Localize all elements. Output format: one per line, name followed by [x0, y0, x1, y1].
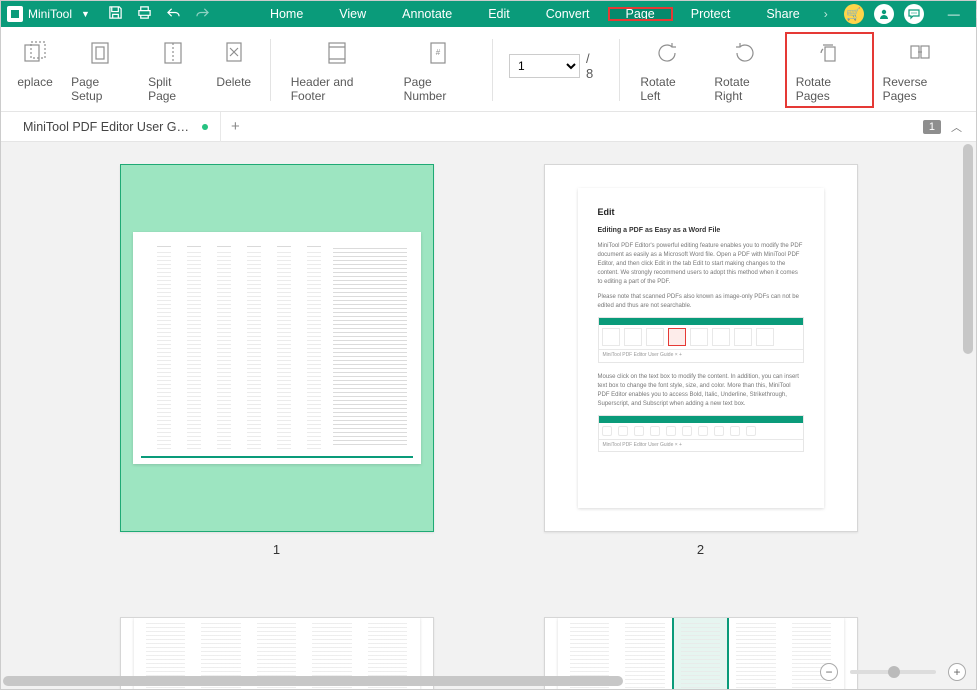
scrollbar-thumb[interactable] [3, 676, 623, 686]
rotate-pages-button[interactable]: Rotate Pages [786, 33, 873, 107]
page-number-icon: # [425, 37, 451, 69]
delete-button[interactable]: Delete [208, 33, 260, 93]
menu-convert[interactable]: Convert [528, 7, 608, 21]
rotate-left-button[interactable]: Rotate Left [630, 33, 704, 107]
rotate-right-button[interactable]: Rotate Right [704, 33, 785, 107]
page-number-label: 2 [697, 542, 704, 557]
page-badge: 1 [923, 120, 941, 134]
menu-home[interactable]: Home [252, 7, 321, 21]
redo-icon[interactable] [195, 6, 210, 22]
vertical-scrollbar[interactable] [962, 144, 974, 653]
zoom-controls: − + [820, 663, 966, 681]
dirty-indicator-icon [202, 124, 208, 130]
print-icon[interactable] [137, 5, 152, 23]
account-icon[interactable] [874, 4, 894, 24]
feedback-icon[interactable] [904, 4, 924, 24]
menu-protect[interactable]: Protect [673, 7, 749, 21]
document-tabs: MiniTool PDF Editor User Guid... + 1 ︿ [1, 112, 976, 142]
menu-annotate[interactable]: Annotate [384, 7, 470, 21]
thumbnail-scroll[interactable]: 1 Edit Editing a PDF as Easy as a Word F… [1, 142, 976, 689]
reverse-pages-icon [906, 37, 934, 69]
logo-icon [7, 6, 23, 22]
ribbon: eplace Page Setup Split Page Delete Head… [1, 27, 976, 112]
add-tab-button[interactable]: + [221, 118, 250, 135]
document-tab[interactable]: MiniTool PDF Editor User Guid... [11, 112, 221, 142]
svg-text:#: # [436, 48, 441, 57]
replace-icon [22, 37, 48, 69]
scrollbar-thumb[interactable] [963, 144, 973, 354]
split-page-icon [160, 37, 186, 69]
undo-icon[interactable] [166, 6, 181, 22]
replace-button[interactable]: eplace [9, 33, 61, 93]
header-footer-icon [324, 37, 350, 69]
page-thumb-2[interactable]: Edit Editing a PDF as Easy as a Word Fil… [544, 164, 858, 557]
menu-view[interactable]: View [321, 7, 384, 21]
horizontal-scrollbar[interactable] [3, 675, 796, 687]
rotate-pages-icon [815, 37, 843, 69]
page-number-button[interactable]: # Page Number [394, 33, 482, 107]
page-select[interactable]: 1 [509, 54, 580, 78]
zoom-slider-thumb[interactable] [888, 666, 900, 678]
menu-share[interactable]: Share [748, 7, 817, 21]
minimize-button[interactable]: ― [948, 7, 960, 21]
collapse-icon[interactable]: ︿ [947, 115, 966, 139]
rotate-right-icon [731, 37, 759, 69]
page-total: / 8 [586, 51, 599, 81]
page-thumb-1[interactable]: 1 [120, 164, 434, 557]
app-logo: MiniTool ▼ [1, 6, 96, 22]
menu-overflow-icon[interactable]: › [818, 7, 834, 21]
zoom-out-button[interactable]: − [820, 663, 838, 681]
cart-icon[interactable]: 🛒 [844, 4, 864, 24]
main-menu: Home View Annotate Edit Convert Page Pro… [222, 7, 834, 21]
app-dropdown-icon[interactable]: ▼ [81, 9, 90, 19]
menu-edit[interactable]: Edit [470, 7, 528, 21]
page-thumb-frame[interactable]: Edit Editing a PDF as Easy as a Word Fil… [544, 164, 858, 532]
zoom-slider[interactable] [850, 670, 936, 674]
page-thumb-frame[interactable] [120, 164, 434, 532]
page-field: 1 / 8 [503, 51, 605, 81]
rotate-left-icon [653, 37, 681, 69]
page-preview [133, 232, 421, 464]
save-icon[interactable] [108, 5, 123, 23]
titlebar: MiniTool ▼ Home View Annotate Edit Conve… [1, 1, 976, 27]
app-name: MiniTool [28, 7, 72, 21]
thumbnail-grid: 1 Edit Editing a PDF as Easy as a Word F… [1, 142, 976, 689]
page-preview: Edit Editing a PDF as Easy as a Word Fil… [578, 188, 824, 508]
header-footer-button[interactable]: Header and Footer [281, 33, 394, 107]
delete-icon [221, 37, 247, 69]
page-setup-button[interactable]: Page Setup [61, 33, 138, 107]
split-page-button[interactable]: Split Page [138, 33, 208, 107]
page-setup-icon [87, 37, 113, 69]
document-tab-label: MiniTool PDF Editor User Guid... [23, 120, 194, 134]
reverse-pages-button[interactable]: Reverse Pages [873, 33, 968, 107]
menu-page[interactable]: Page [608, 7, 673, 21]
zoom-in-button[interactable]: + [948, 663, 966, 681]
page-number-label: 1 [273, 542, 280, 557]
